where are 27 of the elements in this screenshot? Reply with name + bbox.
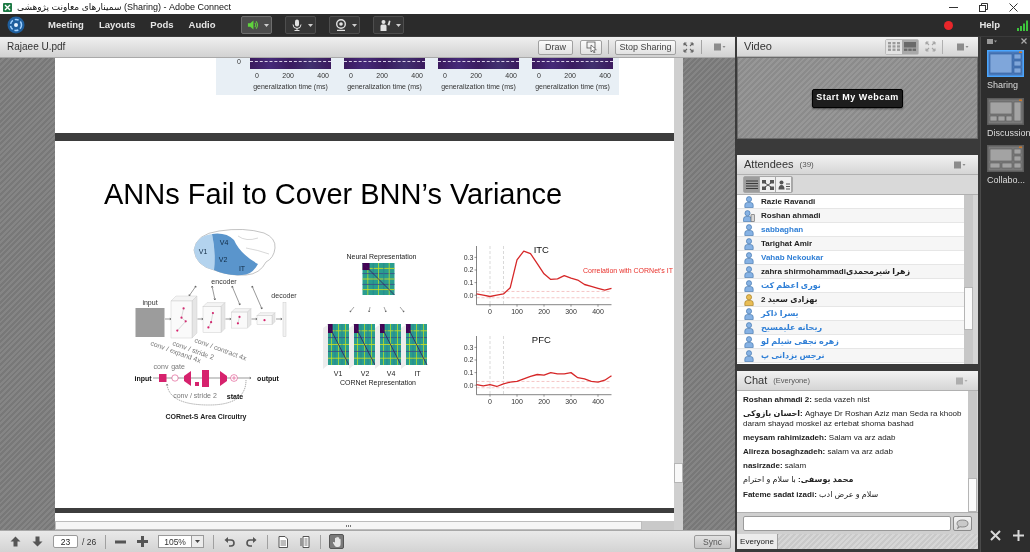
chat-message: meysam rahimizadeh: Salam va arz adab [743,432,897,443]
attendee-name: zahra shirmohammadiزهرا شیرمحمدی [761,266,911,277]
page-count: / 26 [82,536,97,547]
attendee-name: Tarighat Amir [761,238,813,249]
chart-title: ITC [533,243,549,255]
pod-title: Rajaee U.pdf [7,41,66,53]
chat-message: Alireza bosaghzadeh: salam va arz adab [743,447,894,457]
attendee-name: Vahab Nekoukar [761,252,824,263]
chat-message: محمد یوسفی: با سلام و احترام [743,475,855,485]
chat-message: Roshan ahmadi 2: seda vazeh nist [743,395,871,405]
chat-message: nasirzade: salam [743,461,808,471]
attendee-name: بهزادی سعید 2 [761,294,818,305]
attendee-name: ریحانه علیمسیح [761,322,822,333]
attendee-name: نوری اعظم کت [761,280,821,291]
window-title: سمینارهای معاونت پژوهشی (Sharing) - Adobe Connect [17,1,232,13]
slide-title: ANNs Fail to Cover BNN’s Variance [104,177,563,211]
chart-title: PFC [531,333,551,345]
attendee-count: (39) [799,159,814,170]
attendee-name: نرجس یزدانی پ [761,350,825,361]
attendee-name: زهره نجفی شیلم لو [761,336,839,347]
pod-title: Attendees [744,158,794,171]
pod-title: Video [744,40,772,53]
attendee-name: Razie Ravandi [761,196,816,207]
attendee-name: یسرا ذاکر [761,308,799,319]
attendee-name: Roshan ahmadi [761,210,821,221]
pod-title: Chat [744,374,768,387]
attendee-name: sabbaghan [761,224,804,235]
